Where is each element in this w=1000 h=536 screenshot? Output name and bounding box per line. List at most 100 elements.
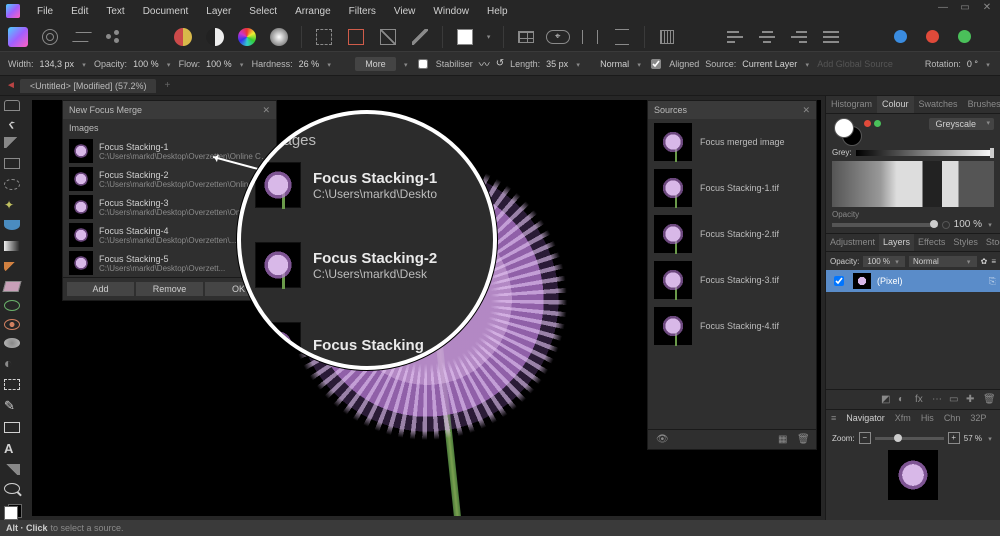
grey-slider[interactable] [856, 150, 994, 156]
dodge-burn-tool[interactable] [4, 356, 20, 371]
opacity-dropdown[interactable] [165, 59, 173, 69]
window-min-icon[interactable]: — [936, 2, 950, 13]
healing-tool[interactable] [4, 319, 20, 330]
fx-icon[interactable]: fx [915, 394, 926, 405]
menu-layer[interactable]: Layer [197, 2, 240, 21]
canvas[interactable]: Sources ✕ Focus merged image Focus Stack… [32, 100, 821, 516]
tab-layers[interactable]: Layers [879, 234, 914, 251]
colour-opacity-value[interactable]: 100 % [954, 219, 982, 230]
guides2-icon[interactable] [610, 25, 634, 49]
hardness-value[interactable]: 26 % [299, 59, 320, 69]
assistant-icon[interactable] [38, 25, 62, 49]
dialog-row[interactable]: Focus Stacking-2C:\Users\markd\Desktop\O… [63, 165, 276, 193]
rotation-dropdown[interactable] [984, 59, 992, 69]
tab-histogram[interactable]: Histogram [826, 96, 877, 113]
selection-marquee-icon[interactable] [312, 25, 336, 49]
mirror-icon[interactable] [70, 25, 94, 49]
document-tab[interactable]: <Untitled> [Modified] (57.2%) [20, 79, 157, 93]
trash-icon[interactable]: 🗑 [983, 394, 994, 405]
aligned-check[interactable] [651, 59, 661, 69]
selection-brush-tool[interactable] [4, 198, 20, 212]
colour-swatch[interactable] [834, 118, 858, 142]
status-blue-icon[interactable] [888, 25, 912, 49]
menu-file[interactable]: File [28, 2, 62, 21]
blur-tool[interactable] [4, 338, 20, 348]
menu-window[interactable]: Window [424, 2, 478, 21]
group-icon[interactable]: ▭ [949, 394, 960, 405]
grid-icon[interactable] [514, 25, 538, 49]
colour-opacity-slider[interactable] [832, 223, 938, 227]
recent-colour-icon[interactable] [874, 120, 881, 127]
opacity-value[interactable]: 100 % [133, 59, 159, 69]
clone-tool[interactable] [4, 300, 20, 311]
noise-toggle-icon[interactable] [942, 221, 950, 229]
layer-blend-select[interactable]: Normal [909, 256, 977, 267]
align-left-icon[interactable] [723, 25, 747, 49]
zoom-in-button[interactable]: + [948, 432, 960, 444]
tab-stock[interactable]: Stock [982, 234, 1000, 251]
crop-tool[interactable] [4, 158, 20, 169]
tab-navigator[interactable]: Navigator [841, 410, 890, 428]
source-value[interactable]: Current Layer [742, 59, 797, 69]
tab-adjustment[interactable]: Adjustment [826, 234, 879, 251]
blend-value[interactable]: Normal [600, 59, 629, 69]
nav-burger-icon[interactable]: ≡ [826, 410, 841, 428]
dropper-tool[interactable] [4, 464, 20, 474]
zoom-tool[interactable] [4, 483, 20, 494]
dialog-close-icon[interactable]: ✕ [262, 105, 270, 116]
tab-prev-icon[interactable]: ◄ [2, 80, 20, 91]
persona-photo-icon[interactable] [6, 25, 30, 49]
menu-filters[interactable]: Filters [340, 2, 385, 21]
tab-styles[interactable]: Styles [949, 234, 982, 251]
flow-value[interactable]: 100 % [206, 59, 232, 69]
adjust-icon[interactable]: ◐ [898, 394, 909, 405]
window-close-icon[interactable]: ✕ [980, 2, 994, 13]
delete-layer-icon[interactable]: 🗑 [797, 434, 808, 445]
add-pixel-icon[interactable]: ✚ [966, 394, 977, 405]
tab-history[interactable]: His [916, 410, 939, 428]
flow-dropdown[interactable] [238, 59, 246, 69]
menu-text[interactable]: Text [97, 2, 133, 21]
navigator-thumbnail[interactable] [888, 450, 938, 500]
stabiliser-rope-icon[interactable]: ↺ [496, 58, 504, 69]
flood-tool[interactable] [4, 220, 20, 230]
length-value[interactable]: 35 px [546, 59, 568, 69]
menu-document[interactable]: Document [134, 2, 198, 21]
quickmask-dropdown[interactable] [485, 31, 493, 42]
tab-32p[interactable]: 32P [965, 410, 991, 428]
more-button[interactable]: More [355, 57, 396, 71]
layer-opacity-value[interactable]: 100 % [863, 256, 905, 267]
width-value[interactable]: 134,3 px [40, 59, 75, 69]
source-row[interactable]: Focus merged image [648, 119, 816, 165]
rotation-value[interactable]: 0 ° [967, 59, 978, 69]
align-center-icon[interactable] [755, 25, 779, 49]
source-row[interactable]: Focus Stacking-2.tif [648, 211, 816, 257]
share-icon[interactable] [102, 25, 126, 49]
selection-diag-icon[interactable] [376, 25, 400, 49]
layer-cog-icon[interactable]: ✿ [981, 257, 988, 266]
tab-effects[interactable]: Effects [914, 234, 949, 251]
selection-tool[interactable] [4, 379, 20, 390]
fg-bg-swatch[interactable] [4, 506, 20, 516]
align-more-icon[interactable] [819, 25, 843, 49]
erase-tool[interactable] [3, 281, 22, 292]
gradient-tool[interactable] [4, 241, 20, 251]
menu-edit[interactable]: Edit [62, 2, 97, 21]
source-dropdown[interactable] [803, 59, 811, 69]
adjust-bw-icon[interactable] [203, 25, 227, 49]
zoom-dropdown[interactable] [986, 434, 994, 443]
text-tool[interactable] [4, 441, 20, 456]
hardness-dropdown[interactable] [325, 59, 333, 69]
tab-transform[interactable]: Xfm [890, 410, 916, 428]
mask-icon[interactable]: ◩ [881, 394, 892, 405]
tab-colour[interactable]: Colour [877, 96, 914, 113]
layer-lock-icon[interactable]: ⎘ [989, 276, 996, 287]
marquee-tool[interactable] [4, 179, 20, 190]
zoom-slider[interactable] [875, 437, 944, 440]
ruler-icon[interactable] [655, 25, 679, 49]
pen-tool[interactable] [4, 398, 20, 414]
status-green-icon[interactable] [952, 25, 976, 49]
adjust-levels-icon[interactable] [171, 25, 195, 49]
menu-arrange[interactable]: Arrange [286, 2, 340, 21]
layer-visible-check[interactable] [834, 276, 844, 286]
